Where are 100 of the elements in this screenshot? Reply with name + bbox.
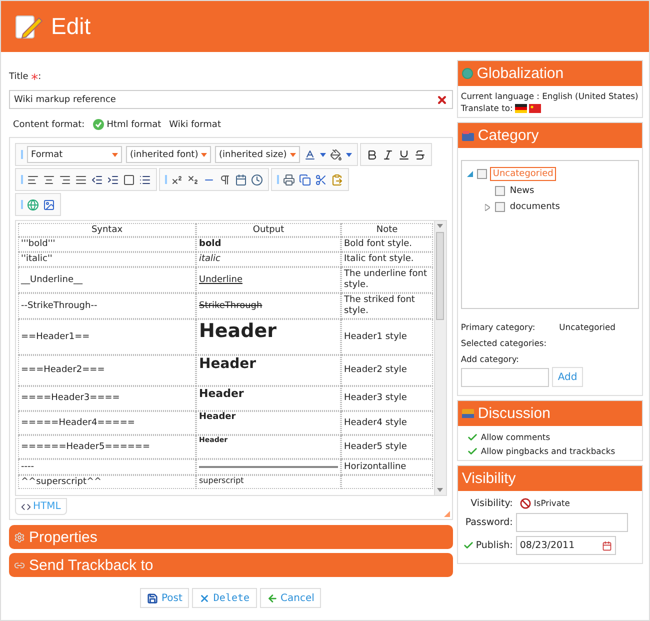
checkbox[interactable]: [476, 169, 487, 179]
date-field[interactable]: 08/23/2011: [516, 536, 616, 555]
table-cell: ^^superscript^^: [18, 475, 196, 489]
calendar-icon[interactable]: [602, 540, 612, 550]
blocked-icon[interactable]: [520, 498, 531, 508]
panel-title: Category: [478, 127, 539, 144]
resize-grip[interactable]: [444, 511, 450, 517]
globe-icon[interactable]: [27, 198, 39, 210]
date-icon[interactable]: [235, 174, 247, 186]
paste-icon[interactable]: [331, 174, 343, 186]
fill-color-icon[interactable]: [330, 148, 342, 160]
outdent-icon[interactable]: [91, 174, 103, 186]
table-cell: '''bold''': [18, 237, 196, 252]
caret-icon[interactable]: [320, 152, 326, 156]
table-cell-text: The striked font style.: [344, 295, 416, 317]
field-label: Content format:: [13, 120, 85, 130]
table-cell: Horizontalline: [344, 462, 406, 472]
align-right-icon[interactable]: [59, 174, 71, 186]
font-color-icon[interactable]: [304, 148, 316, 160]
strikethrough-icon[interactable]: [414, 148, 426, 160]
close-icon[interactable]: [199, 592, 210, 604]
align-justify-icon[interactable]: [75, 174, 87, 186]
field-label: Add category:: [460, 353, 520, 365]
option-label: Allow pingbacks and trackbacks: [480, 445, 616, 457]
print-icon[interactable]: [283, 174, 295, 186]
scrollbar-thumb[interactable]: [436, 232, 444, 320]
password-field[interactable]: [516, 513, 628, 532]
collapsed-icon[interactable]: [485, 204, 490, 210]
table-cell: Header3 style: [344, 393, 407, 404]
format-option[interactable]: Html format: [92, 119, 162, 130]
table-cell: Header: [199, 356, 256, 373]
panel-title: Visibility: [462, 470, 516, 487]
flag-icon: [514, 104, 527, 112]
current-language: Current language : English (United States): [460, 90, 639, 102]
table-cell: italic: [199, 254, 220, 265]
check-icon[interactable]: [462, 540, 474, 551]
check-icon[interactable]: [466, 432, 478, 442]
bold-icon[interactable]: [366, 148, 378, 160]
align-center-icon[interactable]: [43, 174, 55, 186]
format-option[interactable]: Wiki format: [169, 120, 221, 130]
table-cell: =====Header4=====: [18, 411, 196, 435]
align-left-icon[interactable]: [27, 174, 39, 186]
field-label: Publish:: [476, 540, 513, 551]
table-cell: superscript: [199, 476, 244, 486]
table-cell: ===Header2===: [18, 355, 196, 386]
panel-title: Discussion: [478, 405, 550, 422]
panel-title: Globalization: [476, 65, 564, 82]
table-cell: StrikeThrough: [199, 300, 262, 312]
clock-icon[interactable]: [251, 174, 263, 186]
field-label: Password:: [464, 517, 513, 528]
title-field[interactable]: Wiki markup reference: [9, 90, 453, 109]
checkbox[interactable]: [494, 202, 505, 212]
table-cell: --StrikeThrough--: [18, 293, 196, 319]
paragraph-icon[interactable]: [219, 174, 231, 186]
subscript-icon[interactable]: [187, 174, 199, 186]
table-cell: ----: [18, 459, 196, 475]
scrollbar[interactable]: [434, 221, 446, 495]
image-icon[interactable]: [43, 198, 55, 210]
caret-icon[interactable]: [437, 488, 444, 492]
code-icon[interactable]: [21, 502, 31, 512]
field-label: Selected categories:: [460, 337, 548, 349]
font-select[interactable]: (inherited font): [126, 146, 211, 163]
folder-icon: [462, 130, 474, 140]
underline-icon[interactable]: [398, 148, 410, 160]
save-icon[interactable]: [147, 592, 158, 604]
italic-icon[interactable]: [382, 148, 394, 160]
table-cell: Header1 style: [344, 332, 407, 342]
caret-icon[interactable]: [437, 224, 444, 228]
tree-item[interactable]: documents: [508, 201, 562, 213]
comment-icon: [462, 409, 474, 418]
globe-icon: [462, 68, 473, 79]
caret-icon[interactable]: [201, 152, 207, 156]
category-input[interactable]: [460, 368, 549, 386]
cancel-button[interactable]: Cancel: [260, 588, 322, 608]
clear-icon[interactable]: [436, 94, 448, 106]
block-icon[interactable]: [123, 174, 135, 186]
table-cell: Header: [199, 412, 236, 423]
superscript-icon[interactable]: [171, 174, 183, 186]
option-label: Allow comments: [480, 431, 550, 443]
tree-item[interactable]: News: [508, 185, 536, 197]
visibility-value[interactable]: IsPrivate: [534, 497, 570, 509]
column-header: Output: [196, 223, 341, 237]
table-cell: Header5 style: [344, 442, 407, 452]
copy-icon[interactable]: [299, 174, 311, 186]
table-cell: ''italic'': [18, 252, 196, 267]
table-cell: Bold font style.: [344, 239, 412, 250]
table-cell: ==Header1==: [18, 319, 196, 355]
size-select[interactable]: (inherited size): [215, 146, 300, 163]
back-arrow-icon[interactable]: [266, 592, 278, 604]
column-header: Note: [341, 223, 433, 237]
cut-icon[interactable]: [315, 174, 327, 186]
checkbox[interactable]: [494, 186, 505, 196]
caret-icon[interactable]: [346, 152, 352, 156]
indent-icon[interactable]: [107, 174, 119, 186]
caret-icon[interactable]: [290, 152, 296, 156]
check-icon[interactable]: [466, 446, 478, 456]
field-label: Title *:: [9, 72, 42, 88]
expanded-icon[interactable]: [466, 171, 473, 177]
format-select[interactable]: Format: [27, 146, 122, 163]
caret-icon[interactable]: [112, 152, 118, 156]
